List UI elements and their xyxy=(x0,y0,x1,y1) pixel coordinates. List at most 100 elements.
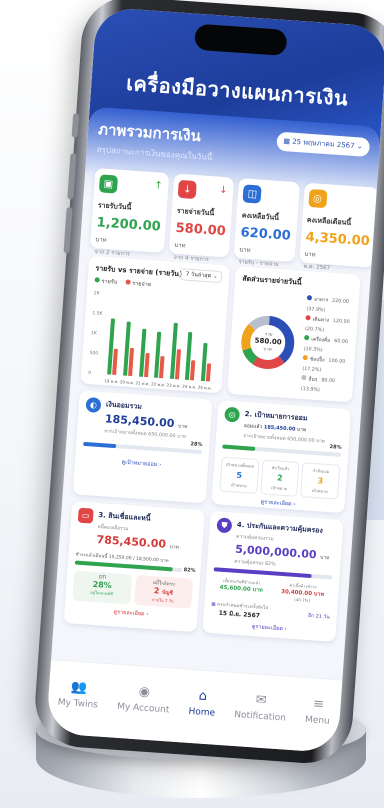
insurance-due: ค่าเบี้ยค้างชำระ 30,400.00 บาท (40.7%) xyxy=(273,581,332,605)
kpi-amount: 4,350.00 xyxy=(305,229,371,250)
debt-link-label: ดูรายละเอียด xyxy=(113,609,145,618)
kpi-row: ▣ ↑ รายรับวันนี้ 1,200.00 บาท จาก 2 รายการ ↓ ↓… xyxy=(89,168,379,272)
kpi-value: 1,200.00 บาท xyxy=(95,215,161,249)
y-tick-label: 1K xyxy=(90,331,97,337)
x-tick-label: 24 พ.ค. xyxy=(182,383,197,390)
kpi-label: คงเหลือเดือนนี้ xyxy=(306,215,352,227)
tab-notification[interactable]: ✉ Notification xyxy=(234,689,288,724)
kpi-card[interactable]: ↓ ↓ รายจ่ายวันนี้ 580.00 บาท จาก 4 รายการ xyxy=(168,173,235,263)
bar-group xyxy=(154,298,169,379)
kpi-card[interactable]: ◫ คงเหลือวันนี้ 620.00 บาท รายรับ - รายจ่าย xyxy=(233,178,300,268)
kpi-card[interactable]: ◎ คงเหลือเดือนนี้ 4,350.00 บาท พ.ค. 2567 xyxy=(298,182,379,272)
kpi-amount: 620.00 xyxy=(240,225,292,244)
tab-home[interactable]: ⌂ Home xyxy=(188,686,217,719)
y-tick-label: 2K xyxy=(93,291,100,297)
trend-up-icon: ↑ xyxy=(153,180,163,192)
goals-link-label: ดูรายละเอียด xyxy=(260,499,292,508)
x-tick-label: 20 พ.ค. xyxy=(119,379,135,386)
savings-link-label: ดูเป้าหมายออม xyxy=(121,459,158,469)
y-tick-label: 500 xyxy=(89,351,99,357)
debt-link[interactable]: ดูรายละเอียด › xyxy=(71,605,190,621)
balance-icon: ◫ xyxy=(242,184,262,204)
range-dropdown-label: 7 วันล่าสุด xyxy=(185,271,212,280)
target-icon: ◎ xyxy=(224,406,241,423)
kpi-value: 580.00 บาท xyxy=(174,221,226,254)
kpi-amount: 1,200.00 xyxy=(96,215,162,235)
legend-expense: รายจ่าย xyxy=(125,279,151,289)
savings-card: ◐ เงินออมรวม 185,450.00 บาท จากเป้าหมายท… xyxy=(72,390,213,504)
goal-stat-num: 5 xyxy=(236,470,243,480)
x-tick-label: 25 พ.ค. xyxy=(197,384,213,391)
goals-stats: เป้าหมายทั้งหมด 5 เป้าหมาย สำเร็จแล้ว 2 เป้าห… xyxy=(219,456,341,500)
kpi-value: 4,350.00 บาท xyxy=(304,230,370,264)
people-icon: 👥 xyxy=(70,679,88,696)
tab-label: Notification xyxy=(233,710,287,724)
expense-bar xyxy=(174,349,181,380)
wallet-icon: ▣ xyxy=(98,174,119,194)
expense-bar xyxy=(205,363,212,382)
coins-icon: ◎ xyxy=(307,188,328,209)
tab-my-account[interactable]: ◉ My Account xyxy=(117,681,171,716)
y-tick-label: 1.5K xyxy=(92,311,103,317)
goal-stat-sub: เป้าหมาย xyxy=(270,485,288,492)
shield-icon: ⛊ xyxy=(216,517,233,534)
donut-center: รวม 580.00 บาท xyxy=(237,328,298,354)
goals-percent: 28% xyxy=(329,444,342,451)
pie-legend-item: อื่นๆ 80.00 (13.9%) xyxy=(300,374,346,398)
home-icon: ⌂ xyxy=(198,688,208,704)
tab-label: Menu xyxy=(304,714,331,727)
kpi-amount: 580.00 xyxy=(175,220,227,240)
bars xyxy=(104,294,219,382)
overview-section: ภาพรวมการเงิน สรุปสถานะการเงินของคุณในวั… xyxy=(79,106,382,272)
piggy-bank-icon: ◐ xyxy=(85,396,102,413)
pie-legend-value: 80.00 (13.9%) xyxy=(300,378,336,394)
range-dropdown[interactable]: 7 วันล่าสุด ⌄ xyxy=(180,268,223,284)
kpi-label: คงเหลือวันนี้ xyxy=(241,211,280,222)
goal-stat-sub: เป้าหมาย xyxy=(230,482,247,489)
goal-stat: เป้าหมายทั้งหมด 5 เป้าหมาย xyxy=(219,456,260,495)
date-text: 25 พฤษภาคม 2567 xyxy=(291,137,355,151)
donut-chart: รวม 580.00 บาท xyxy=(236,310,300,374)
goal-stat-num: 3 xyxy=(317,476,324,486)
savings-link[interactable]: ดูเป้าหมายออม › xyxy=(82,456,201,472)
goals-card: ◎ 2. เป้าหมายการออม ออมแล้ว 185,450.00 บ… xyxy=(211,400,352,514)
goal-stat-label: กำลังออม xyxy=(312,467,330,475)
kpi-unit: บาท xyxy=(174,241,186,250)
tab-label: My Twins xyxy=(57,697,99,711)
phone-screen: เครื่องมือวางแผนการเงิน ภาพรวมการเงิน สร… xyxy=(45,6,384,754)
debt-unit: บาท xyxy=(169,544,180,551)
mail-icon: ✉ xyxy=(255,692,268,708)
x-tick-label: 19 พ.ค. xyxy=(104,378,119,385)
tab-menu[interactable]: ≡ Menu xyxy=(305,694,332,727)
expense-bar xyxy=(143,352,150,378)
expense-bar xyxy=(127,347,134,377)
arrow-down-icon: ↓ xyxy=(177,179,197,200)
expense-breakdown-card: สัดส่วนรายจ่ายวันนี้ รวม 580.00 บาท อาหา… xyxy=(227,266,361,403)
legend-expense-label: รายจ่าย xyxy=(132,280,152,289)
tab-my-twins[interactable]: 👥 My Twins xyxy=(57,677,99,711)
pie-legend-name: ช้อปปิ้ง xyxy=(309,357,325,364)
due-soon-box: หนี้ใกล้ครบ 2 บัญชี ภายใน 7 วัน xyxy=(133,574,194,609)
kpi-label: รายรับวันนี้ xyxy=(97,201,132,212)
trend-down-icon: ↓ xyxy=(218,184,228,197)
x-tick-label: 22 พ.ค. xyxy=(150,381,166,388)
user-icon: ◉ xyxy=(138,683,151,700)
debt-row: ▭ 3. สินเชื่อและหนี้ หนี้คงเหลือรวม 785,… xyxy=(63,501,344,642)
expense-bar xyxy=(159,356,165,379)
debt-percent: 82% xyxy=(181,567,196,574)
savings-row: ◐ เงินออมรวม 185,450.00 บาท จากเป้าหมายท… xyxy=(72,390,352,514)
insurance-unit: บาท xyxy=(319,554,330,562)
pie-legend-name: เดินทาง xyxy=(312,317,330,324)
kpi-unit: บาท xyxy=(304,250,316,259)
x-tick-label: 21 พ.ค. xyxy=(135,380,150,387)
insurance-days-left: อีก 21 วัน xyxy=(307,612,330,620)
y-tick-label: 0 xyxy=(87,371,92,377)
kpi-card[interactable]: ▣ ↑ รายรับวันนี้ 1,200.00 บาท จาก 2 รายการ xyxy=(89,168,170,258)
pie-legend-name: อาหาร xyxy=(313,297,329,304)
bar-chart: 2K 1.5K 1K 500 0 19 พ.ค. 20 พ.ค. 21 พ.ค. 22 พ.ค.… xyxy=(87,291,220,392)
volume-down-button xyxy=(63,207,73,254)
insurance-next-info: ▦ ครบกำหนดชำระครั้งถัดไป 15 มิ.ย. 2567 xyxy=(210,600,268,621)
goals-unit: บาท xyxy=(296,426,307,434)
savings-percent: 28% xyxy=(190,441,203,449)
bar-group xyxy=(185,300,200,381)
